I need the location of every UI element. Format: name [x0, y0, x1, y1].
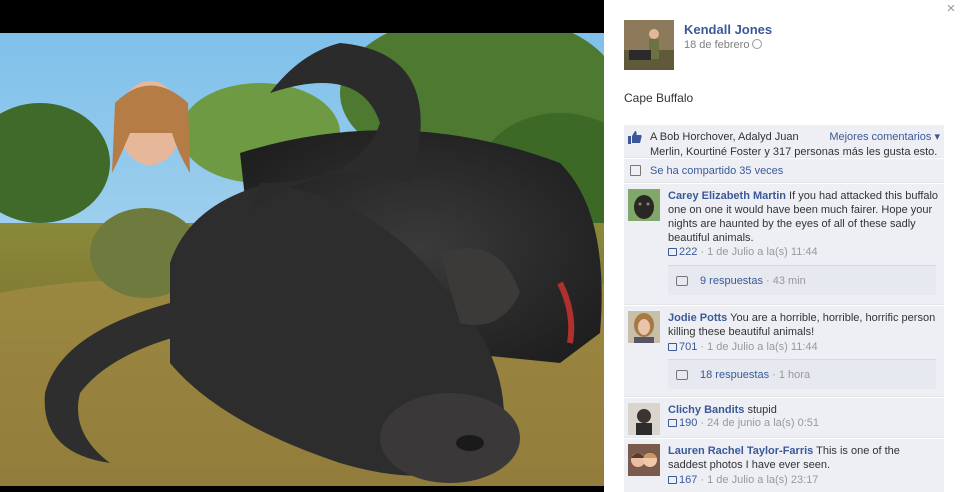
post-date-text[interactable]: 18 de febrero: [684, 39, 749, 51]
replies-time: · 1 hora: [769, 369, 811, 381]
thumbs-up-icon: [668, 248, 677, 256]
comment-author[interactable]: Lauren Rachel Taylor-Farris: [668, 445, 813, 457]
comment-like-count[interactable]: 190: [679, 417, 697, 429]
comment-item: Jodie Potts You are a horrible, horrible…: [624, 306, 944, 397]
share-icon: [630, 165, 641, 176]
replies-time: · 43 min: [762, 275, 806, 287]
feedback-section: A Bob Horchover, Adalyd Juan Merlin, Kou…: [624, 125, 944, 492]
replies-text: 9 respuestas · 43 min: [700, 275, 806, 287]
photo-stage: [0, 0, 604, 492]
replies-link[interactable]: 18 respuestas: [700, 369, 769, 381]
author-avatar[interactable]: [624, 20, 674, 70]
comment-like-count[interactable]: 701: [679, 341, 697, 353]
globe-icon: [752, 39, 763, 49]
shares-link[interactable]: Se ha compartido 35 veces: [650, 165, 783, 177]
comment-time[interactable]: · 24 de junio a la(s) 0:51: [697, 417, 819, 429]
avatar[interactable]: [628, 403, 660, 435]
comment-author[interactable]: Clichy Bandits: [668, 404, 744, 416]
comment-time[interactable]: · 1 de Julio a la(s) 23:17: [697, 474, 818, 486]
comment-author[interactable]: Carey Elizabeth Martin: [668, 190, 786, 202]
thumbs-up-icon: [628, 131, 642, 144]
comment-text: stupid: [744, 404, 777, 416]
comment-body: Clichy Bandits stupid: [668, 403, 940, 417]
comment-body: Jodie Potts You are a horrible, horrible…: [668, 311, 940, 339]
post-panel: × Kendall Jones 18 de febrero Cape Buffa…: [604, 0, 964, 492]
post-caption: Cape Buffalo: [624, 91, 694, 105]
post-header: Kendall Jones 18 de febrero: [624, 20, 944, 70]
close-icon[interactable]: ×: [944, 1, 958, 16]
comment-meta: 222 · 1 de Julio a la(s) 11:44: [668, 246, 818, 258]
author-name[interactable]: Kendall Jones: [684, 22, 772, 37]
reply-icon: [676, 276, 688, 286]
reply-icon: [676, 370, 688, 380]
hunting-photo: [0, 33, 604, 486]
thumbs-up-icon: [668, 343, 677, 351]
comment-item: Carey Elizabeth Martin If you had attack…: [624, 184, 944, 305]
replies-row: 9 respuestas · 43 min: [668, 265, 936, 295]
avatar[interactable]: [628, 189, 660, 221]
comment-time[interactable]: · 1 de Julio a la(s) 11:44: [697, 246, 817, 258]
avatar[interactable]: [628, 311, 660, 343]
comment-like-count[interactable]: 222: [679, 246, 697, 258]
comment-meta: 167 · 1 de Julio a la(s) 23:17: [668, 474, 818, 486]
comment-body: Lauren Rachel Taylor-Farris This is one …: [668, 444, 940, 472]
replies-text: 18 respuestas · 1 hora: [700, 369, 810, 381]
likes-summary: A Bob Horchover, Adalyd Juan Merlin, Kou…: [624, 125, 944, 158]
post-date[interactable]: 18 de febrero: [684, 39, 763, 51]
comment-author[interactable]: Jodie Potts: [668, 312, 727, 324]
likes-text-line-2[interactable]: Merlin, Kourtiné Foster y 317 personas m…: [650, 145, 950, 160]
replies-link[interactable]: 9 respuestas: [700, 275, 763, 287]
thumbs-up-icon: [668, 476, 677, 484]
comment-body: Carey Elizabeth Martin If you had attack…: [668, 189, 940, 245]
shares-summary: Se ha compartido 35 veces: [624, 159, 944, 183]
replies-row: 18 respuestas · 1 hora: [668, 359, 936, 389]
thumbs-up-icon: [668, 419, 677, 427]
comment-like-count[interactable]: 167: [679, 474, 697, 486]
comment-item: Lauren Rachel Taylor-Farris This is one …: [624, 439, 944, 492]
comment-meta: 701 · 1 de Julio a la(s) 11:44: [668, 341, 818, 353]
avatar[interactable]: [628, 444, 660, 476]
comment-item: Clichy Bandits stupid 190 · 24 de junio …: [624, 398, 944, 438]
likes-text-line-1[interactable]: A Bob Horchover, Adalyd Juan: [650, 130, 830, 145]
top-comments-dropdown[interactable]: Mejores comentarios ▾: [829, 130, 940, 143]
comment-meta: 190 · 24 de junio a la(s) 0:51: [668, 417, 819, 429]
comment-time[interactable]: · 1 de Julio a la(s) 11:44: [697, 341, 817, 353]
